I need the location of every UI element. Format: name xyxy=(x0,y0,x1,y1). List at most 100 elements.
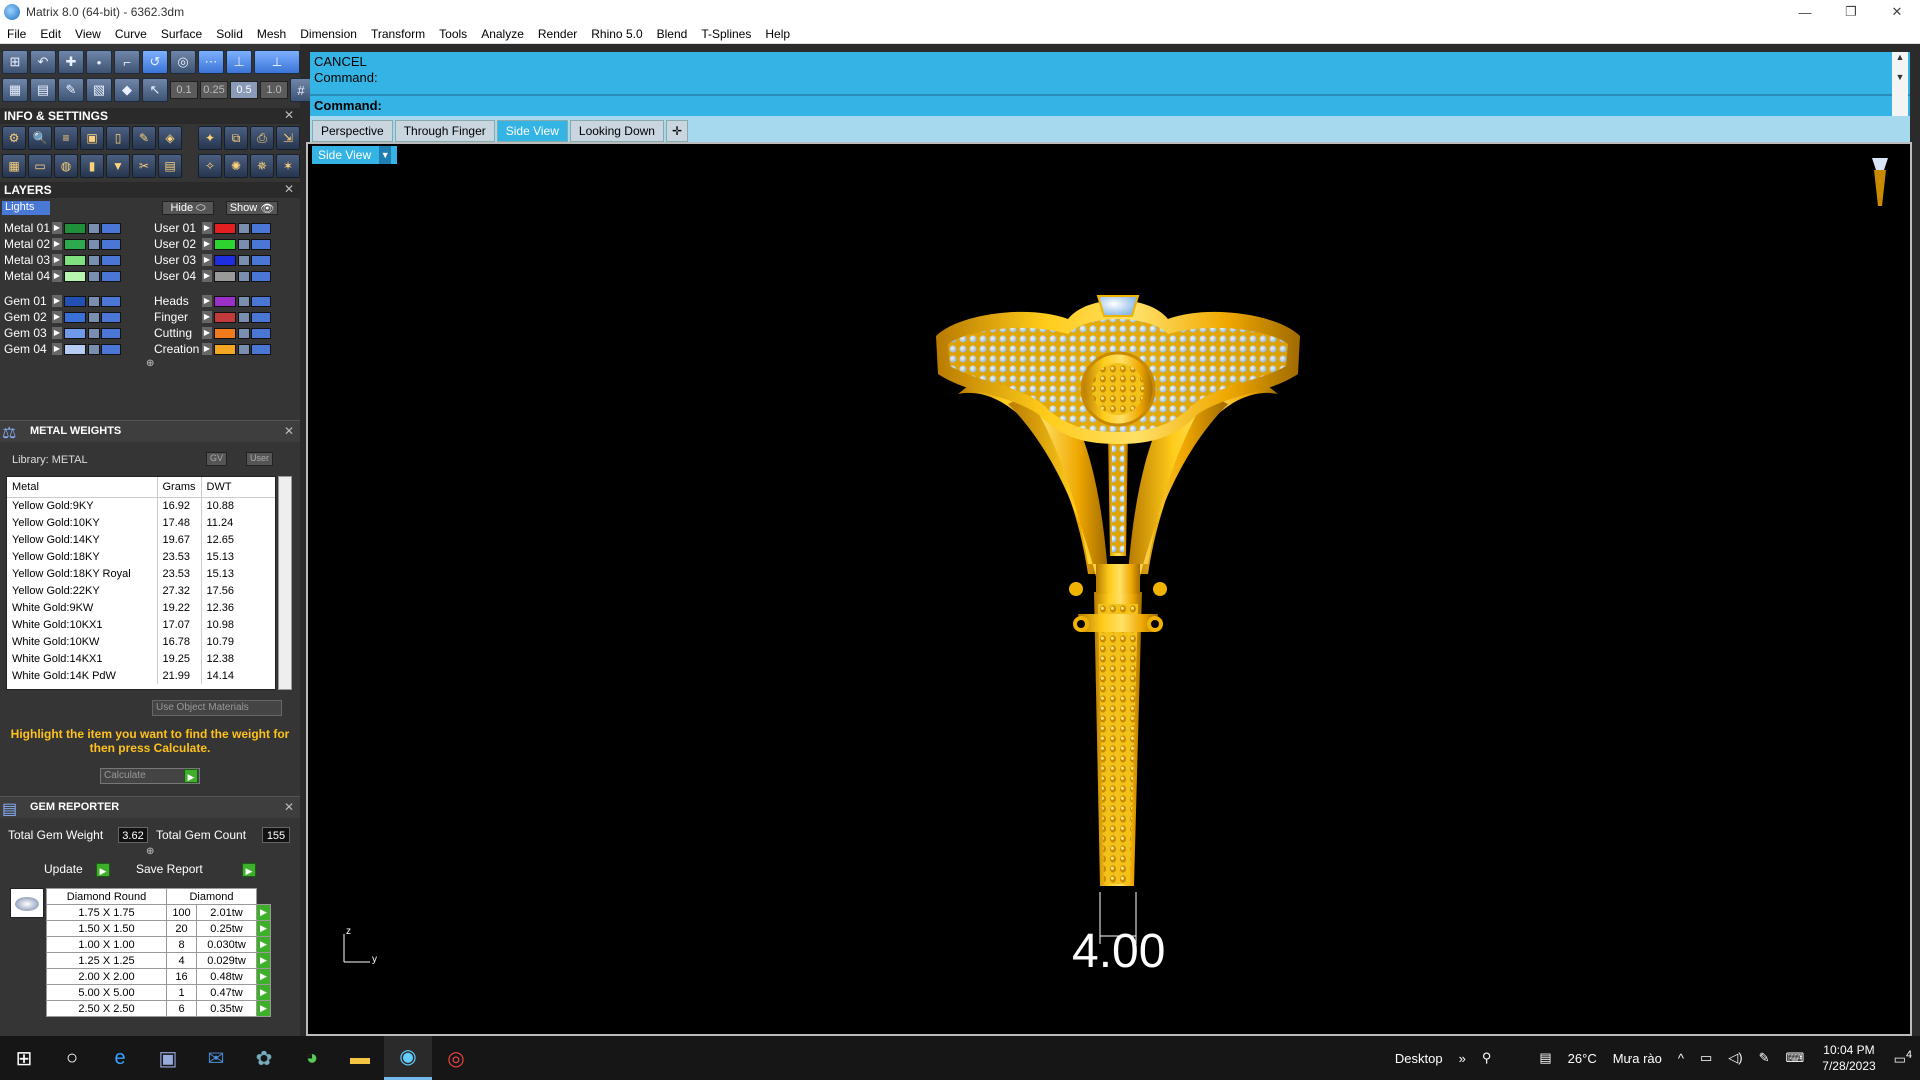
expand-arrow-icon[interactable]: ▶ xyxy=(202,343,212,355)
command-scrollbar[interactable]: ▲ ▼ xyxy=(1892,52,1908,116)
metal-table-scrollbar[interactable] xyxy=(278,476,292,690)
menu-edit[interactable]: Edit xyxy=(33,27,68,41)
table-row[interactable]: Yellow Gold:22KY 27.32 17.56 xyxy=(7,582,275,599)
layer-color-swatch[interactable] xyxy=(64,343,86,355)
gem-row[interactable]: 1.75 X 1.75 100 2.01tw ▶ xyxy=(46,904,271,921)
gem-select-icon[interactable]: ▶ xyxy=(256,920,271,937)
layer-color-swatch[interactable] xyxy=(214,270,236,282)
menu-dimension[interactable]: Dimension xyxy=(293,27,364,41)
network-icon[interactable]: ▭ xyxy=(1700,1050,1712,1066)
lock-icon[interactable] xyxy=(238,311,250,323)
menu-tools[interactable]: Tools xyxy=(432,27,474,41)
layer-color-swatch[interactable] xyxy=(214,222,236,234)
visibility-toggle[interactable] xyxy=(251,295,271,307)
table-row[interactable]: Yellow Gold:18KY 23.53 15.13 xyxy=(7,548,275,565)
layer-color-swatch[interactable] xyxy=(64,222,86,234)
export-icon[interactable]: ⇲ xyxy=(276,126,300,150)
chevron-up-icon[interactable]: ^ xyxy=(1678,1051,1684,1066)
curve-snap-icon[interactable]: ↶ xyxy=(30,50,56,74)
table-row[interactable]: Yellow Gold:10KY 17.48 11.24 xyxy=(7,514,275,531)
tab-perspective[interactable]: Perspective xyxy=(312,120,393,142)
lock-icon[interactable] xyxy=(238,270,250,282)
gem-select-icon[interactable]: ▶ xyxy=(256,936,271,953)
visibility-toggle[interactable] xyxy=(101,254,121,266)
pen-icon[interactable]: ✎ xyxy=(1759,1050,1770,1066)
visibility-toggle[interactable] xyxy=(101,311,121,323)
restore-button[interactable]: ❐ xyxy=(1828,0,1874,24)
layer-row[interactable]: Gem 02 ▶ xyxy=(0,310,121,324)
snap-value-3[interactable]: 1.0 xyxy=(260,81,288,99)
grid-snap-icon[interactable]: ⊞ xyxy=(2,50,28,74)
bezel-icon[interactable]: ✺ xyxy=(224,154,248,178)
layer-row[interactable]: Finger ▶ xyxy=(150,310,271,324)
file-icon[interactable]: ▯ xyxy=(106,126,130,150)
user-toggle[interactable]: User xyxy=(246,452,274,466)
perp-snap-icon[interactable]: ⊥ xyxy=(226,50,252,74)
table-row[interactable]: White Gold:10KX1 17.07 10.98 xyxy=(7,616,275,633)
gem-row[interactable]: 1.50 X 1.50 20 0.25tw ▶ xyxy=(46,920,271,937)
app-icon[interactable]: ✿ xyxy=(240,1036,288,1080)
column-header-metal[interactable]: Metal xyxy=(7,477,158,498)
expand-arrow-icon[interactable]: ▶ xyxy=(52,295,62,307)
plane-icon[interactable]: ◆ xyxy=(114,78,140,102)
layer-row[interactable]: User 03 ▶ xyxy=(150,253,271,267)
gem-select-icon[interactable]: ▶ xyxy=(256,1000,271,1017)
cortana-icon[interactable]: ○ xyxy=(48,1036,96,1080)
windows-start-icon[interactable]: ⊞ xyxy=(0,1036,48,1080)
lock-icon[interactable] xyxy=(238,343,250,355)
layer-color-swatch[interactable] xyxy=(214,311,236,323)
show-toggle[interactable]: Show 👁 xyxy=(226,201,278,215)
folder-icon[interactable]: ▬ xyxy=(336,1036,384,1080)
lock-icon[interactable] xyxy=(238,327,250,339)
visibility-toggle[interactable] xyxy=(251,270,271,282)
close-icon[interactable]: ✕ xyxy=(284,108,294,122)
pencil-icon[interactable]: ✎ xyxy=(58,78,84,102)
close-button[interactable]: ✕ xyxy=(1874,0,1920,24)
tiles-icon[interactable]: ▦ xyxy=(2,154,26,178)
menu-rhino[interactable]: Rhino 5.0 xyxy=(584,27,649,41)
clock[interactable]: 10:04 PM 7/28/2023 xyxy=(1822,1042,1875,1074)
visibility-toggle[interactable] xyxy=(251,311,271,323)
layer-row[interactable]: Metal 04 ▶ xyxy=(0,269,121,283)
save-report-button[interactable]: Save Report xyxy=(136,862,203,878)
expand-arrow-icon[interactable]: ▶ xyxy=(52,311,62,323)
window-icon[interactable]: ▭ xyxy=(28,154,52,178)
gem-select-icon[interactable]: ▶ xyxy=(256,984,271,1001)
point-snap-icon[interactable]: • xyxy=(86,50,112,74)
expand-arrow-icon[interactable]: ▶ xyxy=(202,238,212,250)
visibility-toggle[interactable] xyxy=(251,238,271,250)
lock-icon[interactable] xyxy=(238,238,250,250)
table-row[interactable]: White Gold:14KX1 19.25 12.38 xyxy=(7,650,275,667)
expand-arrow-icon[interactable]: ▶ xyxy=(202,270,212,282)
visibility-toggle[interactable] xyxy=(101,327,121,339)
table-row[interactable]: Yellow Gold:14KY 19.67 12.65 xyxy=(7,531,275,548)
hide-toggle[interactable]: Hide ⬭ xyxy=(162,201,214,215)
gem-row[interactable]: 2.50 X 2.50 6 0.35tw ▶ xyxy=(46,1000,271,1017)
layer-color-swatch[interactable] xyxy=(64,254,86,266)
expand-arrow-icon[interactable]: ▶ xyxy=(52,343,62,355)
expand-arrow-icon[interactable]: ▶ xyxy=(52,327,62,339)
grid-icon[interactable]: ▦ xyxy=(2,78,28,102)
save-report-go-icon[interactable]: ▶ xyxy=(242,863,256,877)
visibility-toggle[interactable] xyxy=(101,238,121,250)
gem-select-icon[interactable]: ▶ xyxy=(256,904,271,921)
panel-resize-icon[interactable]: ⊕ xyxy=(146,846,154,857)
layer-color-swatch[interactable] xyxy=(214,238,236,250)
expand-arrow-icon[interactable]: ▶ xyxy=(202,327,212,339)
command-prompt[interactable]: Command: xyxy=(314,98,382,113)
menu-help[interactable]: Help xyxy=(758,27,797,41)
globe-icon[interactable]: ◍ xyxy=(54,154,78,178)
layer-color-swatch[interactable] xyxy=(64,311,86,323)
lock-icon[interactable] xyxy=(88,295,100,307)
minimize-button[interactable]: — xyxy=(1782,0,1828,24)
layer-row[interactable]: Gem 03 ▶ xyxy=(0,326,121,340)
tab-looking-down[interactable]: Looking Down xyxy=(569,120,664,142)
lock-icon[interactable] xyxy=(88,311,100,323)
visibility-toggle[interactable] xyxy=(101,295,121,307)
mail-icon[interactable]: ✉ xyxy=(192,1036,240,1080)
mesh-icon[interactable]: ▧ xyxy=(86,78,112,102)
layer-row[interactable]: Creation ▶ xyxy=(150,342,271,356)
expand-arrow-icon[interactable]: ▶ xyxy=(202,295,212,307)
layer-color-swatch[interactable] xyxy=(214,254,236,266)
layer-color-swatch[interactable] xyxy=(214,327,236,339)
